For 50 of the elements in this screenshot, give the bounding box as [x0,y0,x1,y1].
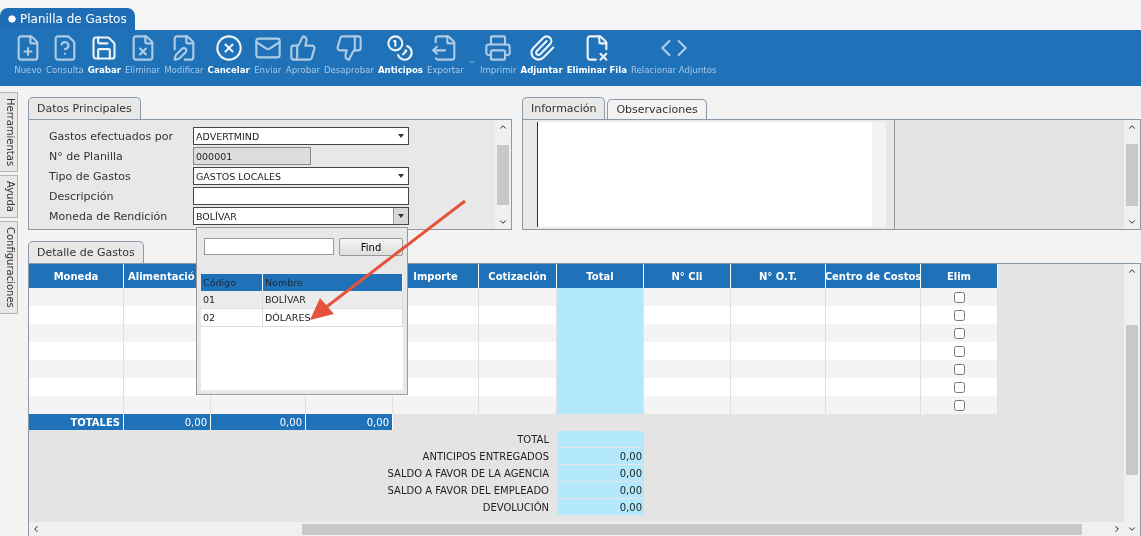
list-cell[interactable]: 01 [201,291,263,309]
dropdown-field[interactable]: GASTOS LOCALES [193,167,409,185]
total-cell: 0,00 [306,414,393,430]
column-header: Código [201,274,263,291]
column-header: Moneda [29,264,124,288]
summary-label: TOTAL [516,432,549,447]
window-tab-label: Planilla de Gastos [20,12,127,26]
list-cell[interactable]: BOLÍVAR [263,291,403,309]
summary-value: 0,00 [557,499,644,515]
column-header: Cotización [479,264,557,288]
column-header: Centro de Costos [826,264,921,288]
column-header: N° Cli [644,264,731,288]
toolbar-button[interactable]: Cancelar [207,34,250,75]
field-label: Tipo de Gastos [49,168,132,185]
summary-label: ANTICIPOS ENTREGADOS [421,449,549,464]
summary-value: 0,00 [557,482,644,498]
panel-tab[interactable]: Observaciones [607,99,707,119]
find-button[interactable]: Find [339,238,403,256]
side-tab[interactable]: Configuraciones [0,221,18,314]
field-label: Descripción [49,188,115,205]
side-tab[interactable]: Ayuda [0,175,18,219]
window-tab[interactable]: Planilla de Gastos [0,8,135,30]
total-cell: 0,00 [124,414,211,430]
list-cell[interactable]: DÓLARES [263,309,403,327]
field-label: Moneda de Rendición [49,208,169,225]
toolbar-button[interactable]: Adjuntar [520,34,563,75]
column-header: Elim [921,264,998,288]
summary-value: 0,00 [557,448,644,464]
side-tab[interactable]: Herramientas [0,92,18,173]
panel-tab[interactable]: Detalle de Gastos [28,241,144,263]
field-label: Gastos efectuados por [49,128,174,145]
summary-label: SALDO A FAVOR DEL EMPLEADO [386,483,549,498]
readonly-field: 000001 [193,147,311,165]
summary-label: SALDO A FAVOR DE LA AGENCIA [386,466,549,481]
field-label: N° de Planilla [49,148,124,165]
panel-tab[interactable]: Información [522,97,606,119]
dropdown-field[interactable]: BOLÍVAR [193,207,409,225]
toolbar-button[interactable]: Anticipos [377,34,423,75]
total-cell: TOTALES [29,414,124,430]
panel-tab[interactable]: Datos Principales [28,97,141,119]
dropdown-field[interactable]: ADVERTMIND [193,127,409,145]
column-header: Nombre [263,274,403,291]
toolbar-button[interactable]: Eliminar Fila [566,34,627,75]
summary-value: 0,00 [557,465,644,481]
summary-label: DEVOLUCIÓN [481,500,549,515]
list-cell[interactable]: 02 [201,309,263,327]
total-cell: 0,00 [211,414,306,430]
column-header: N° O.T. [731,264,826,288]
column-header: Total [557,264,644,288]
toolbar-button[interactable]: Grabar [87,34,121,75]
